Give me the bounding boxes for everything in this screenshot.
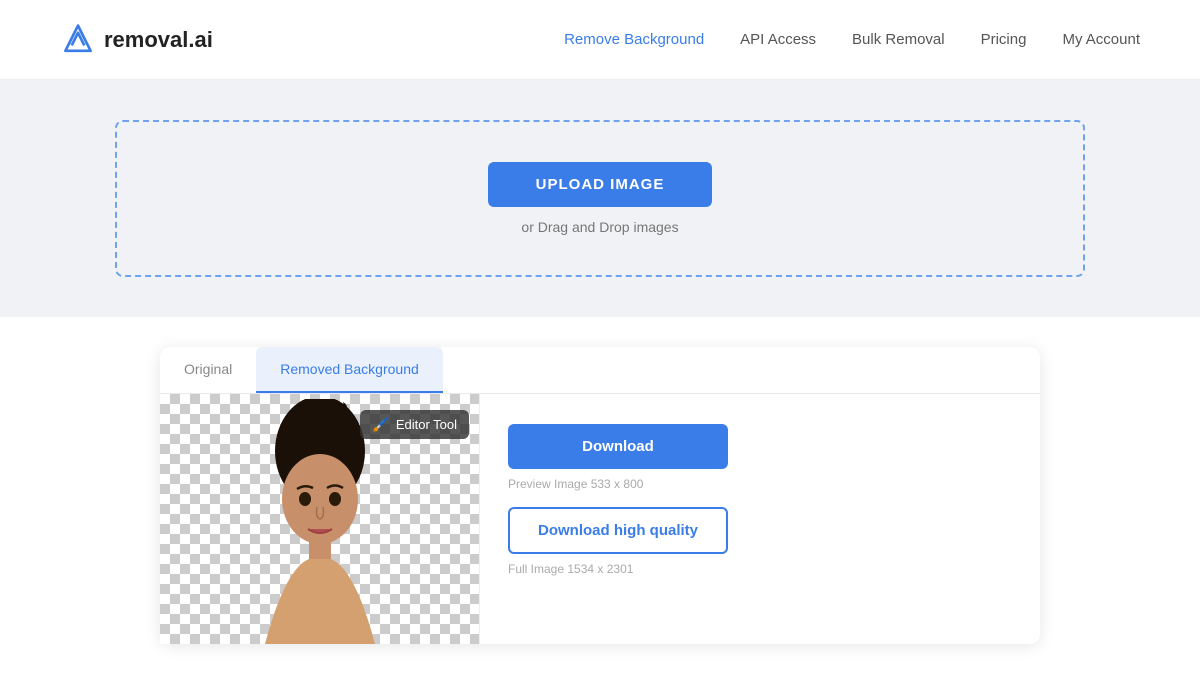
preview-section: Original Removed Background 🖌️ Editor To…	[0, 317, 1200, 674]
nav-item-remove-background[interactable]: Remove Background	[564, 31, 704, 48]
upload-hint: or Drag and Drop images	[521, 219, 678, 235]
preview-content: 🖌️ Editor Tool	[160, 394, 1040, 644]
download-hq-button[interactable]: Download high quality	[508, 507, 728, 554]
nav-item-bulk-removal[interactable]: Bulk Removal	[852, 31, 945, 48]
nav-item-my-account[interactable]: My Account	[1062, 31, 1140, 48]
tab-removed-background[interactable]: Removed Background	[256, 347, 443, 393]
upload-dropzone[interactable]: UPLOAD IMAGE or Drag and Drop images	[115, 120, 1085, 277]
header: removal.ai Remove Background API Access …	[0, 0, 1200, 80]
logo[interactable]: removal.ai	[60, 22, 213, 58]
nav-item-pricing[interactable]: Pricing	[981, 31, 1027, 48]
editor-tool-label: Editor Tool	[396, 417, 457, 432]
preview-tabs: Original Removed Background	[160, 347, 1040, 394]
upload-section: UPLOAD IMAGE or Drag and Drop images	[0, 80, 1200, 317]
tab-original[interactable]: Original	[160, 347, 256, 393]
logo-text: removal.ai	[104, 27, 213, 53]
editor-tool-badge[interactable]: 🖌️ Editor Tool	[360, 410, 469, 439]
preview-card: Original Removed Background 🖌️ Editor To…	[160, 347, 1040, 644]
full-hint: Full Image 1534 x 2301	[508, 562, 1012, 576]
logo-icon	[60, 22, 96, 58]
brush-icon: 🖌️	[372, 416, 389, 433]
download-button[interactable]: Download	[508, 424, 728, 469]
download-panel: Download Preview Image 533 x 800 Downloa…	[480, 394, 1040, 644]
upload-button[interactable]: UPLOAD IMAGE	[488, 162, 713, 207]
nav-item-api-access[interactable]: API Access	[740, 31, 816, 48]
image-area: 🖌️ Editor Tool	[160, 394, 480, 644]
preview-hint: Preview Image 533 x 800	[508, 477, 1012, 491]
navigation: Remove Background API Access Bulk Remova…	[564, 31, 1140, 48]
